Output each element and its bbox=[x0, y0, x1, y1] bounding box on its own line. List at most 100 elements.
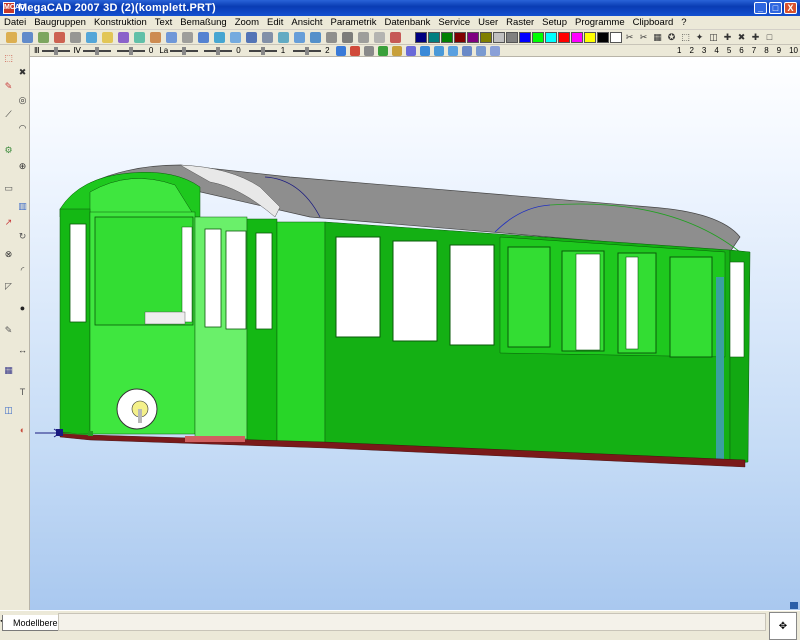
menu-datenbank[interactable]: Datenbank bbox=[380, 17, 434, 28]
palette-tool-icon[interactable]: ◫ bbox=[707, 31, 720, 44]
toolbar-tool-icon[interactable] bbox=[38, 31, 49, 43]
line-icon[interactable]: ⟋ bbox=[3, 109, 14, 120]
color-swatch[interactable] bbox=[545, 31, 557, 43]
number-button[interactable]: 1 bbox=[675, 46, 683, 55]
torus-icon[interactable] bbox=[475, 45, 486, 56]
minimize-button[interactable]: _ bbox=[754, 2, 767, 14]
color-swatch[interactable] bbox=[415, 31, 427, 43]
extrude-icon[interactable]: ↗ bbox=[3, 217, 14, 228]
toolbar-tool-icon[interactable] bbox=[230, 31, 241, 43]
color-swatch[interactable] bbox=[558, 31, 570, 43]
color-icon[interactable] bbox=[377, 45, 388, 56]
color-swatch[interactable] bbox=[441, 31, 453, 43]
attribute-field[interactable]: 2 bbox=[291, 46, 331, 55]
attribute-field[interactable]: Ⅳ bbox=[74, 46, 111, 55]
attribute-slider[interactable] bbox=[116, 46, 145, 55]
boolean-icon[interactable]: ⊗ bbox=[3, 249, 14, 260]
arc-icon[interactable]: ◠ bbox=[17, 123, 28, 134]
horizontal-scrollbar[interactable] bbox=[58, 613, 766, 631]
number-button[interactable]: 2 bbox=[687, 46, 695, 55]
color-swatch[interactable] bbox=[493, 31, 505, 43]
toolbar-tool-icon[interactable] bbox=[390, 31, 401, 43]
attribute-slider[interactable] bbox=[82, 46, 111, 55]
palette-tool-icon[interactable]: ✖ bbox=[735, 31, 748, 44]
style-icon[interactable] bbox=[391, 45, 402, 56]
color-swatch[interactable] bbox=[571, 31, 583, 43]
number-button[interactable]: 4 bbox=[712, 46, 720, 55]
color-swatch[interactable] bbox=[506, 31, 518, 43]
toolbar-tool-icon[interactable] bbox=[118, 31, 129, 43]
palette-tool-icon[interactable]: ✂ bbox=[623, 31, 636, 44]
color-swatch[interactable] bbox=[454, 31, 466, 43]
menu-parametrik[interactable]: Parametrik bbox=[327, 17, 381, 28]
palette-tool-icon[interactable]: ✚ bbox=[749, 31, 762, 44]
toolbar-tool-icon[interactable] bbox=[70, 31, 81, 43]
palette-tool-icon[interactable]: ⬚ bbox=[679, 31, 692, 44]
color-swatch[interactable] bbox=[584, 31, 596, 43]
fillet-icon[interactable]: ◜ bbox=[17, 265, 28, 276]
color-swatch[interactable] bbox=[532, 31, 544, 43]
toolbar-tool-icon[interactable] bbox=[246, 31, 257, 43]
menu-datei[interactable]: Datei bbox=[0, 17, 30, 28]
toolbar-tool-icon[interactable] bbox=[326, 31, 337, 43]
sphere-icon[interactable]: ● bbox=[17, 303, 28, 314]
menu-programme[interactable]: Programme bbox=[571, 17, 629, 28]
layer-icon[interactable] bbox=[335, 45, 346, 56]
number-button[interactable]: 10 bbox=[787, 46, 800, 55]
menu-konstruktion[interactable]: Konstruktion bbox=[90, 17, 151, 28]
text-icon[interactable]: T bbox=[17, 387, 28, 398]
maximize-button[interactable]: □ bbox=[769, 2, 782, 14]
menu-help[interactable]: ? bbox=[677, 17, 690, 28]
toolbar-tool-icon[interactable] bbox=[214, 31, 225, 43]
toolbar-tool-icon[interactable] bbox=[278, 31, 289, 43]
rotate-icon[interactable] bbox=[405, 45, 416, 56]
palette-tool-icon[interactable]: ✪ bbox=[665, 31, 678, 44]
delete-icon[interactable]: ✖ bbox=[17, 67, 28, 78]
select-icon[interactable]: ⬚ bbox=[3, 53, 14, 64]
toolbar-tool-icon[interactable] bbox=[262, 31, 273, 43]
menu-zoom[interactable]: Zoom bbox=[231, 17, 263, 28]
measure-icon[interactable]: ⊕ bbox=[17, 161, 28, 172]
attribute-slider[interactable] bbox=[170, 46, 199, 55]
toolbar-tool-icon[interactable] bbox=[86, 31, 97, 43]
color-swatch[interactable] bbox=[610, 31, 622, 43]
toolbar-tool-icon[interactable] bbox=[198, 31, 209, 43]
color-swatch[interactable] bbox=[480, 31, 492, 43]
number-button[interactable]: 6 bbox=[737, 46, 745, 55]
view-icon[interactable]: ◫ bbox=[3, 405, 14, 416]
close-button[interactable]: X bbox=[784, 2, 797, 14]
group-icon[interactable] bbox=[363, 45, 374, 56]
number-button[interactable]: 9 bbox=[775, 46, 783, 55]
toolbar-tool-icon[interactable] bbox=[22, 31, 33, 43]
toolbar-tool-icon[interactable] bbox=[374, 31, 385, 43]
toolbar-tool-icon[interactable] bbox=[6, 31, 17, 43]
menu-baugruppen[interactable]: Baugruppen bbox=[30, 17, 90, 28]
palette-tool-icon[interactable]: ✦ bbox=[693, 31, 706, 44]
pencil-icon[interactable]: ✎ bbox=[3, 81, 14, 92]
toolbar-tool-icon[interactable] bbox=[102, 31, 113, 43]
color-swatch[interactable] bbox=[597, 31, 609, 43]
menu-setup[interactable]: Setup bbox=[538, 17, 571, 28]
number-button[interactable]: 3 bbox=[700, 46, 708, 55]
color-swatch[interactable] bbox=[519, 31, 531, 43]
attribute-slider[interactable] bbox=[248, 46, 277, 55]
edit-icon[interactable]: ✎ bbox=[3, 325, 14, 336]
attribute-slider[interactable] bbox=[293, 46, 322, 55]
menu-bemassung[interactable]: Bemaßung bbox=[176, 17, 230, 28]
toolbar-tool-icon[interactable] bbox=[134, 31, 145, 43]
attribute-field[interactable]: 1 bbox=[247, 46, 287, 55]
palette-tool-icon[interactable]: ✂ bbox=[637, 31, 650, 44]
toolbar-tool-icon[interactable] bbox=[294, 31, 305, 43]
circle-icon[interactable]: ◎ bbox=[17, 95, 28, 106]
toolbar-tool-icon[interactable] bbox=[166, 31, 177, 43]
menu-service[interactable]: Service bbox=[434, 17, 474, 28]
attribute-field[interactable]: La bbox=[159, 46, 199, 55]
menu-user[interactable]: User bbox=[474, 17, 502, 28]
pen-icon[interactable] bbox=[349, 45, 360, 56]
cylinder-icon[interactable] bbox=[447, 45, 458, 56]
box-icon[interactable] bbox=[489, 45, 500, 56]
cylinder-icon[interactable]: ▥ bbox=[17, 201, 28, 212]
toolbar-tool-icon[interactable] bbox=[358, 31, 369, 43]
attribute-slider[interactable] bbox=[204, 46, 233, 55]
menu-text[interactable]: Text bbox=[151, 17, 176, 28]
